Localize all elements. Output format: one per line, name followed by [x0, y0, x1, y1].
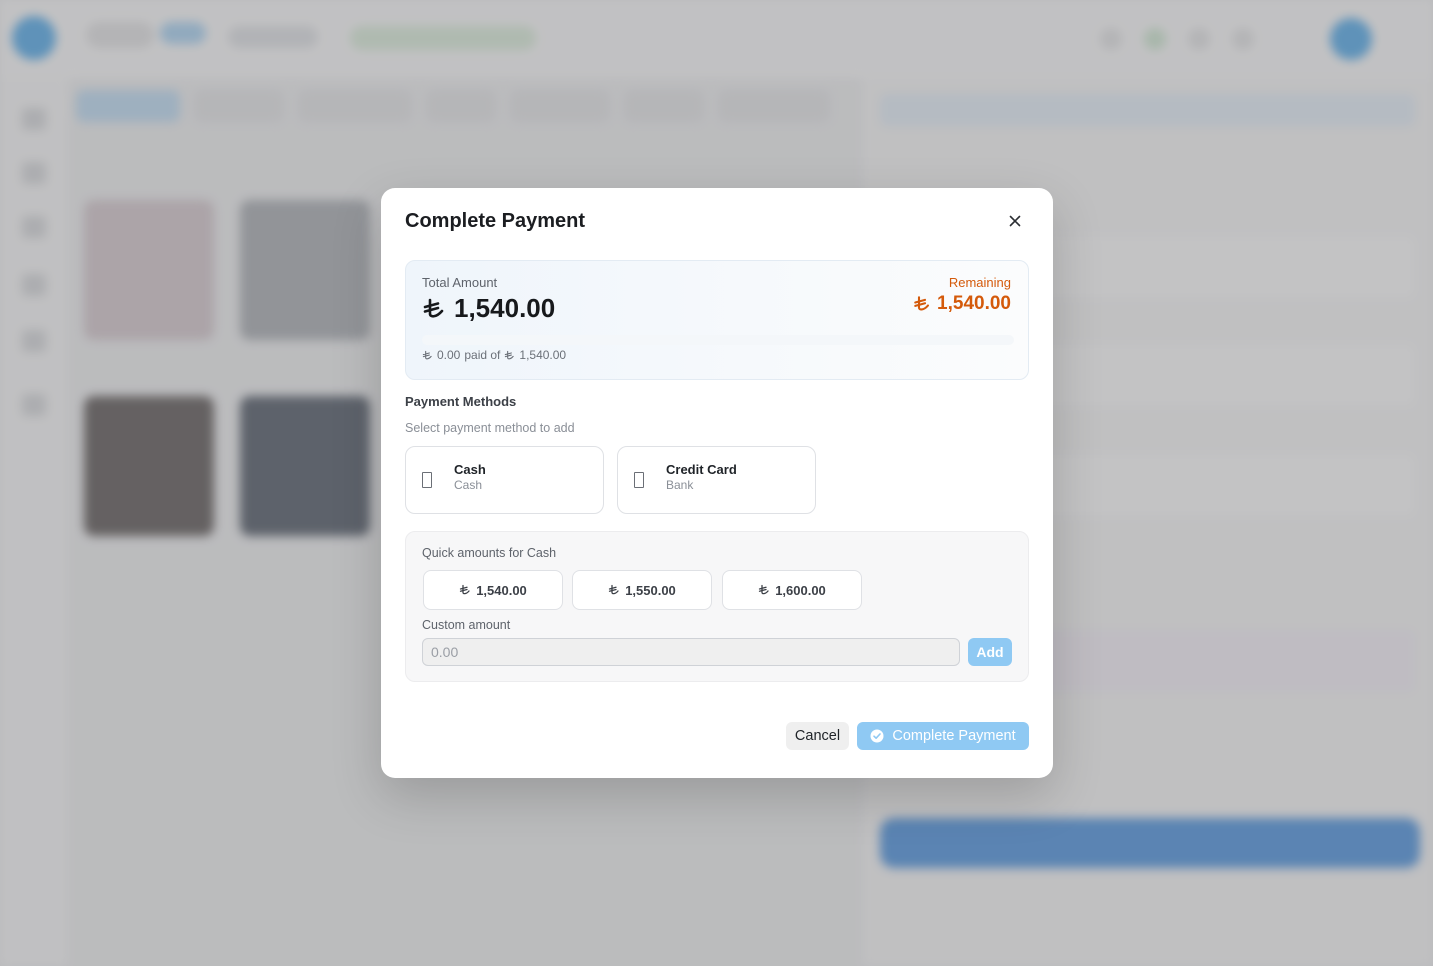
paid-amount: 0.00: [437, 348, 461, 362]
remaining-label: Remaining: [948, 275, 1011, 290]
cash-icon: [422, 472, 432, 488]
custom-amount-input[interactable]: [422, 638, 960, 666]
turkish-lira-icon: [914, 296, 930, 311]
quick-amount-button[interactable]: 1,540.00: [423, 570, 563, 610]
complete-payment-modal: Complete Payment Total Amount 1,540.00 R…: [381, 188, 1053, 778]
payment-summary: Total Amount 1,540.00 Remaining 1,540.00…: [405, 260, 1029, 380]
add-amount-button[interactable]: Add: [968, 638, 1012, 666]
total-amount-value: 1,540.00: [454, 293, 556, 323]
quick-amount-value: 1,540.00: [476, 582, 527, 598]
payment-method-name: Credit Card: [666, 462, 737, 477]
total-amount: 1,540.00: [422, 293, 555, 324]
payment-methods-title: Payment Methods: [405, 394, 517, 409]
paid-total: 1,540.00: [519, 348, 567, 362]
cancel-button[interactable]: Cancel: [786, 722, 849, 750]
quick-amount-button[interactable]: 1,600.00: [722, 570, 862, 610]
remaining-amount: 1,540.00: [913, 293, 1011, 315]
payment-method-type: Cash: [454, 478, 483, 492]
paid-of-text: paid of: [464, 348, 501, 362]
payment-method-type: Bank: [666, 478, 694, 492]
close-button[interactable]: [1005, 210, 1025, 232]
complete-payment-label: Complete Payment: [892, 728, 1016, 744]
quick-amount-value: 1,600.00: [775, 582, 826, 598]
custom-amount-label: Custom amount: [422, 618, 511, 632]
complete-payment-button[interactable]: Complete Payment: [857, 722, 1029, 750]
payment-progress-bar: [422, 335, 1014, 345]
quick-amount-value: 1,550.00: [625, 582, 676, 598]
close-icon: [1009, 215, 1021, 227]
total-amount-label: Total Amount: [422, 275, 498, 290]
credit-card-icon: [634, 472, 644, 488]
turkish-lira-icon: [422, 350, 432, 359]
payment-methods-subtitle: Select payment method to add: [405, 421, 575, 435]
turkish-lira-icon: [423, 298, 444, 318]
turkish-lira-icon: [460, 584, 470, 595]
paid-status: 0.00 paid of 1,540.00: [422, 348, 566, 362]
turkish-lira-icon: [505, 350, 515, 359]
turkish-lira-icon: [609, 584, 619, 595]
quick-amounts-panel: Quick amounts for Cash 1,540.00 1,550.00…: [405, 531, 1029, 682]
remaining-amount-value: 1,540.00: [937, 293, 1011, 314]
check-circle-icon: [870, 729, 884, 743]
payment-method-credit-card[interactable]: Credit Card Bank: [617, 446, 816, 514]
quick-amount-button[interactable]: 1,550.00: [572, 570, 712, 610]
quick-amounts-title: Quick amounts for Cash: [422, 546, 557, 560]
turkish-lira-icon: [759, 584, 769, 595]
payment-method-cash[interactable]: Cash Cash: [405, 446, 604, 514]
payment-method-name: Cash: [454, 462, 486, 477]
modal-title: Complete Payment: [405, 210, 586, 232]
